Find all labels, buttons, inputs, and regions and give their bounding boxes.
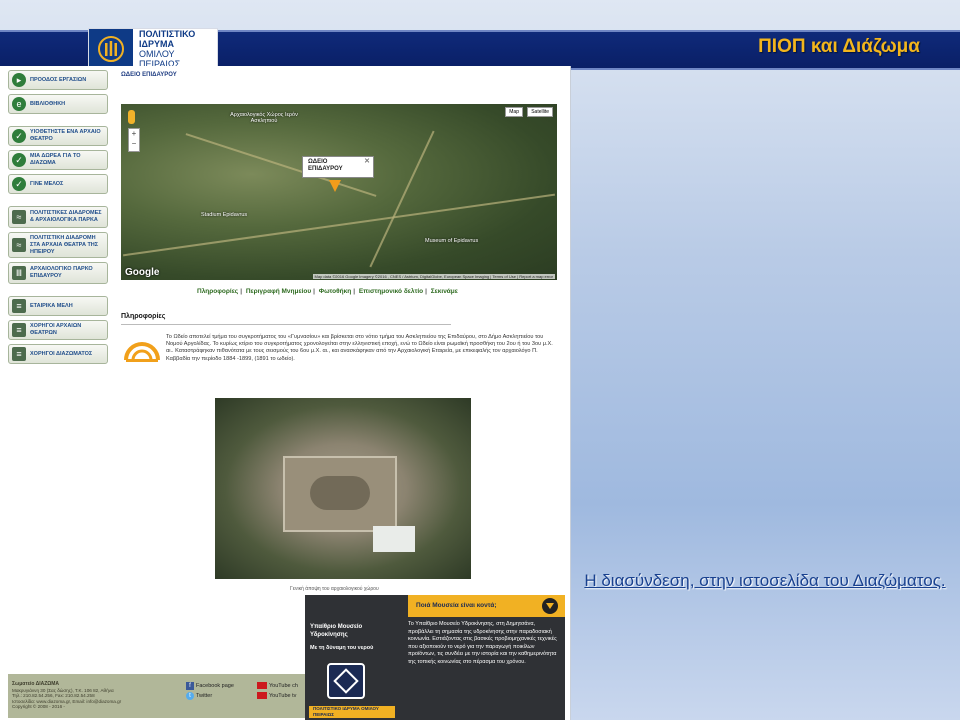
chevron-down-icon[interactable] <box>542 598 558 614</box>
members-icon: ≡ <box>12 299 26 313</box>
map-label-stadium: Stadium Epidavrus <box>201 212 248 218</box>
museum-widget-header[interactable]: Ποιά Μουσεία είναι κοντά; <box>408 595 565 617</box>
photo-caption: Γενική άποψη του αρχαιολογικού χώρου <box>290 586 379 592</box>
pegman-icon[interactable] <box>128 110 135 124</box>
facebook-icon: f <box>186 681 194 690</box>
library-icon: e <box>12 97 26 111</box>
piop-logo-text: ΠΟΛΙΤΙΣΤΙΚΟ ΙΔΡΥΜΑ ΟΜΙΛΟΥ ΠΕΙΡΑΙΩΣ <box>139 29 196 69</box>
map-label-asklepios: Αρχαιολογικός Χώρος Ιερόν Ασκληπιού <box>230 112 298 124</box>
info-heading: Πληροφορίες <box>121 313 166 320</box>
site-sidebar: ▸ ΠΡΟΟΔΟΣ ΕΡΓΑΣΙΩΝ e ΒΙΒΛΙΟΘΗΚΗ ✓ ΥΙΟΘΕΤΗΣΤ… <box>8 70 108 368</box>
youtube-tv-link[interactable]: YouTube tv <box>257 691 298 701</box>
donation-icon: ✓ <box>12 153 26 167</box>
museum-name: Υπαίθριο Μουσείο Υδροκίνησης <box>310 624 363 638</box>
page-tabs: Πληροφορίες | Περιγραφή Μνημείου | Φωτοθήκ… <box>197 288 458 295</box>
youtube-channel-link[interactable]: YouTube ch <box>257 681 298 691</box>
social-links: f Facebook page t Twitter <box>186 681 234 701</box>
museum-logo-icon <box>327 663 365 699</box>
nav-cultural-routes[interactable]: ≈ ΠΟΛΙΤΙΣΤΙΚΕΣ ΔΙΑΔΡΟΜΕΣ & ΑΡΧΑΙΟΛΟΓΙΚΑ Π… <box>8 206 108 228</box>
aerial-photo[interactable] <box>215 398 471 579</box>
website-screenshot: ▸ ΠΡΟΟΔΟΣ ΕΡΓΑΣΙΩΝ e ΒΙΒΛΙΟΘΗΚΗ ✓ ΥΙΟΘΕΤΗΣΤ… <box>0 66 571 720</box>
member-icon: ✓ <box>12 177 26 191</box>
nav-donation[interactable]: ✓ ΜΙΑ ΔΩΡΕΑ ΓΙΑ ΤΟ ΔΙΑΖΩΜΑ <box>8 150 108 170</box>
map-attribution: Map data ©2016 Google Imagery ©2016 , CN… <box>312 274 555 279</box>
temple-icon: Ⅲ <box>12 266 26 280</box>
route-icon: ≈ <box>12 238 26 252</box>
nav-library[interactable]: e ΒΙΒΛΙΟΘΗΚΗ <box>8 94 108 114</box>
close-icon[interactable]: ✕ <box>364 158 370 165</box>
map-type-map-button[interactable]: Map <box>505 107 523 117</box>
theatre-icon <box>124 342 160 362</box>
info-paragraph: Το Ωδείο αποτελεί τμήμα του συγκροτήματο… <box>166 334 553 362</box>
map-marker-icon[interactable] <box>329 180 341 192</box>
nav-become-member[interactable]: ✓ ΓΙΝΕ ΜΕΛΟΣ <box>8 174 108 194</box>
google-logo: Google <box>125 267 160 278</box>
sponsors-icon: ≡ <box>12 323 26 337</box>
tab-scientific[interactable]: Επιστημονικό δελτίο <box>359 288 423 295</box>
youtube-icon <box>257 692 267 700</box>
route-icon: ≈ <box>12 210 26 224</box>
nav-diazoma-sponsors[interactable]: ≡ ΧΟΡΗΓΟΙ ΔΙΑΖΩΜΑΤΟΣ <box>8 344 108 364</box>
slide-caption: Η διασύνδεση, στην ιστοσελίδα του Διαζώμ… <box>584 571 946 590</box>
zoom-control[interactable]: + − <box>128 128 140 152</box>
divider <box>121 324 451 325</box>
piop-logo-mark-icon <box>89 29 133 69</box>
nearby-museums-widget[interactable]: Ποιά Μουσεία είναι κοντά; Υπαίθριο Μουσε… <box>305 595 565 720</box>
museum-description: Το Υπαίθριο Μουσείο Υδροκίνησης, στη Δημ… <box>408 621 557 665</box>
footer-address: Σωματείο ΔΙΑΖΩΜΑ Μακρυγιάννη 30 (Σας δώσ… <box>12 681 122 710</box>
twitter-icon: t <box>186 691 194 700</box>
youtube-icon <box>257 682 267 690</box>
twitter-link[interactable]: t Twitter <box>186 691 234 701</box>
tab-description[interactable]: Περιγραφή Μνημείου <box>246 288 311 295</box>
nav-adopt-theatre[interactable]: ✓ ΥΙΟΘΕΤΗΣΤΕ ΕΝΑ ΑΡΧΑΙΟ ΘΕΑΤΡΟ <box>8 126 108 146</box>
slide-title: ΠΙΟΠ και Διάζωμα <box>758 36 920 57</box>
nav-theatre-sponsors[interactable]: ≡ ΧΟΡΗΓΟΙ ΑΡΧΑΙΩΝ ΘΕΑΤΡΩΝ <box>8 320 108 340</box>
progress-icon: ▸ <box>12 73 26 87</box>
map-label-museum: Museum of Epidavrus <box>425 238 479 244</box>
adopt-icon: ✓ <box>12 129 26 143</box>
map-type-satellite-button[interactable]: Satellite <box>527 107 553 117</box>
museum-footer: ΠΟΛΙΤΙΣΤΙΚΟ ΙΔΡΥΜΑ ΟΜΙΛΟΥ ΠΕΙΡΑΙΩΣ <box>309 706 395 718</box>
satellite-map[interactable]: + − Map Satellite Αρχαιολογικός Χώρος Ιερ… <box>121 104 557 280</box>
nav-progress[interactable]: ▸ ΠΡΟΟΔΟΣ ΕΡΓΑΣΙΩΝ <box>8 70 108 90</box>
piop-logo: ΠΟΛΙΤΙΣΤΙΚΟ ΙΔΡΥΜΑ ΟΜΙΛΟΥ ΠΕΙΡΑΙΩΣ <box>88 28 218 70</box>
tab-gallery[interactable]: Φωτοθήκη <box>319 288 351 295</box>
sponsors-icon: ≡ <box>12 347 26 361</box>
nav-epirus-route[interactable]: ≈ ΠΟΛΙΤΙΣΤΙΚΗ ΔΙΑΔΡΟΜΗ ΣΤΑ ΑΡΧΑΙΑ ΘΕΑΤΡΑ … <box>8 232 108 258</box>
facebook-link[interactable]: f Facebook page <box>186 681 234 691</box>
tab-info[interactable]: Πληροφορίες <box>197 288 238 295</box>
site-footer: Σωματείο ΔΙΑΖΩΜΑ Μακρυγιάννη 30 (Σας δώσ… <box>8 674 305 718</box>
page-title: ΩΔΕΙΟ ΕΠΙΔΑΥΡΟΥ <box>121 72 177 78</box>
map-info-popup: ΩΔΕΙΟ ΕΠΙΔΑΥΡΟΥ ✕ <box>302 156 374 178</box>
youtube-links: YouTube ch YouTube tv <box>257 681 298 701</box>
museum-subtitle: Με τη δύναμη του νερού <box>310 645 374 651</box>
nav-epidaurus-park[interactable]: Ⅲ ΑΡΧΑΙΟΛΟΓΙΚΟ ΠΑΡΚΟ ΕΠΙΔΑΥΡΟΥ <box>8 262 108 284</box>
nav-corporate-members[interactable]: ≡ ΕΤΑΙΡΙΚΑ ΜΕΛΗ <box>8 296 108 316</box>
tab-start[interactable]: Σεκινάμε <box>431 288 458 295</box>
